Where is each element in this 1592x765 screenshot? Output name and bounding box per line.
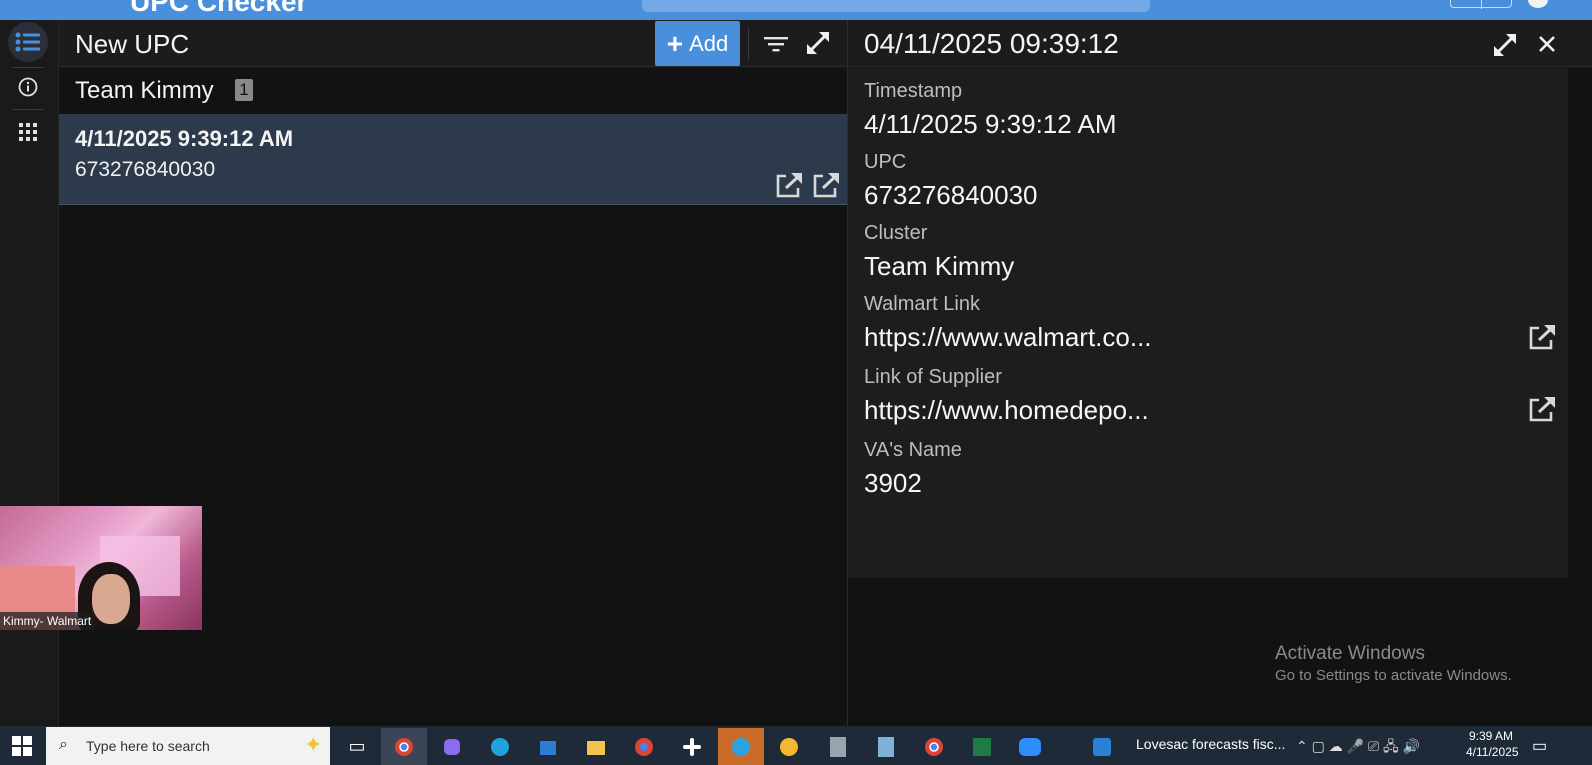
search-icon: ⌕ xyxy=(59,736,68,753)
group-header[interactable]: Team Kimmy 1 xyxy=(59,68,847,114)
external-link-icon[interactable] xyxy=(1526,322,1558,352)
item-upc: 673276840030 xyxy=(75,158,216,181)
taskbar-search[interactable]: ⌕ Type here to search ✦ xyxy=(46,727,330,765)
list-title: New UPC xyxy=(75,29,190,59)
zoom-icon[interactable] xyxy=(1007,728,1053,765)
activate-windows-title: Activate Windows xyxy=(1275,643,1425,664)
top-button-group[interactable] xyxy=(1450,0,1512,9)
expand-icon[interactable] xyxy=(803,28,833,58)
copilot-icon[interactable] xyxy=(429,728,475,765)
field-label: Link of Supplier xyxy=(864,366,1002,388)
item-timestamp: 4/11/2025 9:39:12 AM xyxy=(75,126,294,151)
detail-title: 04/11/2025 09:39:12 xyxy=(864,28,1119,59)
notifications-icon[interactable]: ▭ xyxy=(1532,736,1547,756)
notepad-icon[interactable] xyxy=(863,728,909,765)
field-value: Team Kimmy xyxy=(864,251,1015,281)
chrome-icon[interactable] xyxy=(381,728,427,765)
sparkle-icon: ✦ xyxy=(304,732,323,757)
calculator-icon[interactable] xyxy=(815,728,861,765)
top-search-box[interactable] xyxy=(642,0,1150,12)
filter-icon[interactable] xyxy=(762,31,790,57)
news-widget-icon[interactable] xyxy=(1090,728,1114,765)
supplier-link[interactable]: https://www.homedepo... xyxy=(864,395,1149,426)
app-top-bar: UPC Checker xyxy=(0,0,1592,20)
pacman-icon[interactable] xyxy=(766,728,812,765)
detail-header: 04/11/2025 09:39:12 xyxy=(848,20,1592,67)
video-thumbnail[interactable]: Kimmy- Walmart xyxy=(0,506,202,630)
taskbar-clock[interactable]: 9:39 AM 4/11/2025 xyxy=(1466,728,1519,760)
chrome-profile-icon[interactable] xyxy=(621,728,667,765)
activate-windows-subtitle: Go to Settings to activate Windows. xyxy=(1275,667,1512,684)
external-link-icon[interactable] xyxy=(810,170,842,200)
field-label: Walmart Link xyxy=(864,293,980,315)
info-icon[interactable] xyxy=(8,67,48,107)
detail-pane: 04/11/2025 09:39:12 Timestamp 4/11/2025 … xyxy=(847,20,1592,726)
group-name: Team Kimmy xyxy=(75,77,214,104)
list-item[interactable]: 4/11/2025 9:39:12 AM 673276840030 xyxy=(59,114,847,205)
walmart-link[interactable]: https://www.walmart.co... xyxy=(864,322,1152,353)
add-button-label: Add xyxy=(689,30,729,56)
taskbar-search-placeholder: Type here to search xyxy=(86,738,210,754)
app-title: UPC Checker xyxy=(130,0,308,17)
slack-icon[interactable] xyxy=(669,728,715,765)
group-count-badge: 1 xyxy=(235,79,253,101)
field-value: 4/11/2025 9:39:12 AM xyxy=(864,109,1117,139)
clock-date: 4/11/2025 xyxy=(1466,745,1519,759)
header-divider xyxy=(748,28,749,60)
expand-icon[interactable] xyxy=(1490,30,1520,60)
rail-divider xyxy=(12,109,44,110)
field-label: VA's Name xyxy=(864,439,962,461)
chrome-icon[interactable] xyxy=(911,728,957,765)
user-avatar[interactable] xyxy=(1528,0,1548,8)
task-view-icon[interactable]: ▭ xyxy=(334,728,380,765)
field-label: UPC xyxy=(864,151,907,173)
field-label: Cluster xyxy=(864,222,928,244)
system-tray-icons[interactable]: ⌃ ▢ ☁ 🎤 ⎚ 🖧 🔊 xyxy=(1296,736,1420,760)
field-label: Timestamp xyxy=(864,80,963,102)
video-face xyxy=(92,574,130,624)
list-header: New UPC + Add xyxy=(59,20,847,67)
news-headline[interactable]: Lovesac forecasts fisc... xyxy=(1136,736,1285,752)
field-value: 673276840030 xyxy=(864,180,1038,210)
edge-icon[interactable] xyxy=(477,728,523,765)
detail-body: Timestamp 4/11/2025 9:39:12 AM UPC 67327… xyxy=(848,68,1568,578)
field-value: 3902 xyxy=(864,468,922,498)
external-link-icon[interactable] xyxy=(773,170,805,200)
close-icon[interactable] xyxy=(1534,31,1560,57)
add-button[interactable]: + Add xyxy=(655,21,740,66)
store-icon[interactable] xyxy=(525,728,571,765)
windows-start-icon[interactable] xyxy=(12,736,32,756)
external-link-icon[interactable] xyxy=(1526,394,1558,424)
windows-taskbar: ⌕ Type here to search ✦ ▭ Lovesac foreca… xyxy=(0,726,1592,765)
excel-icon[interactable] xyxy=(959,728,1005,765)
list-icon[interactable] xyxy=(8,22,48,62)
video-participant-name: Kimmy- Walmart xyxy=(0,612,95,630)
telegram-icon[interactable] xyxy=(718,728,764,765)
grid-icon[interactable] xyxy=(8,112,48,152)
clock-time: 9:39 AM xyxy=(1468,729,1514,743)
plus-icon: + xyxy=(666,27,684,59)
file-explorer-icon[interactable] xyxy=(573,728,619,765)
